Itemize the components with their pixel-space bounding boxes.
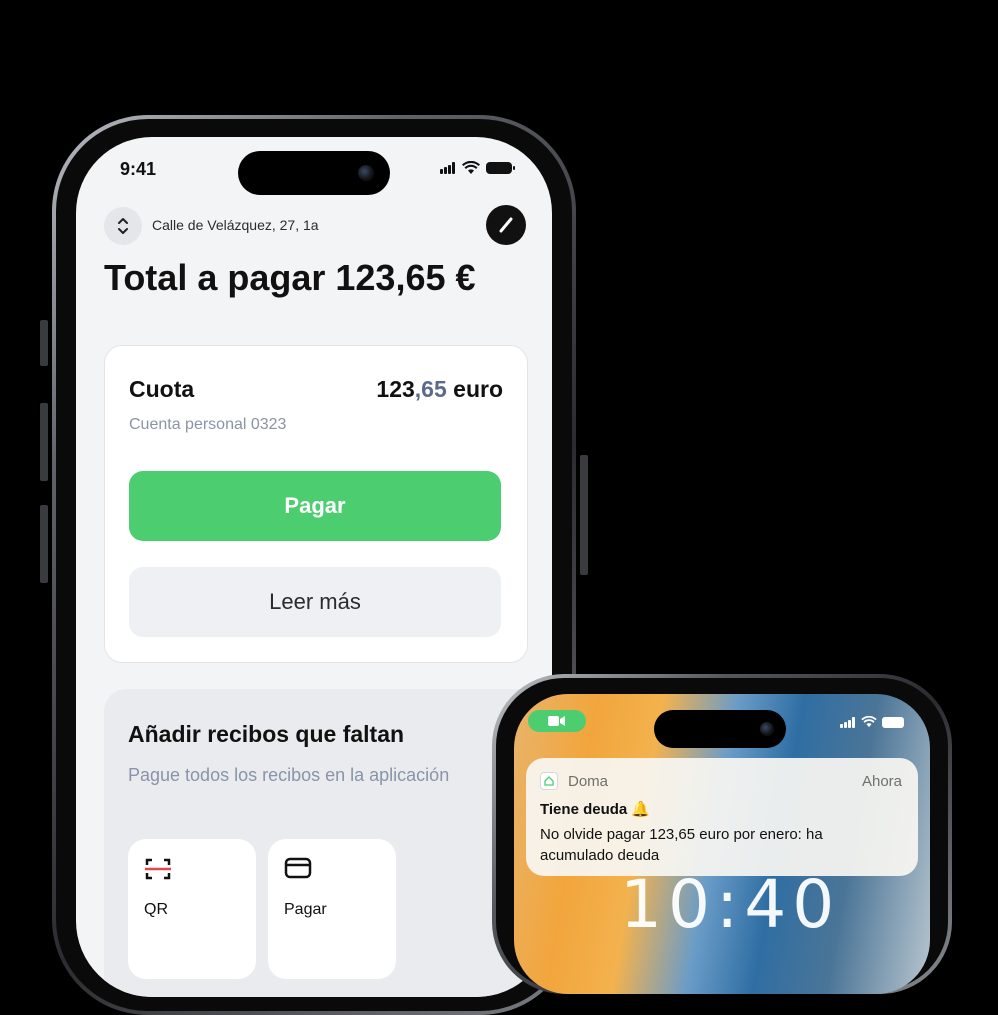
battery-icon [486, 162, 515, 174]
qr-tile[interactable]: QR [128, 839, 256, 979]
address-label[interactable]: Calle de Velázquez, 27, 1a [152, 217, 319, 233]
qr-tile-label: QR [144, 901, 168, 918]
notification-time: Ahora [861, 773, 902, 790]
wifi-icon [861, 716, 877, 728]
phone-screen: 9:41 Calle de Velázquez, 27, 1a Total a … [76, 137, 552, 997]
notification-body: No olvide pagar 123,65 euro por enero: h… [540, 826, 823, 864]
lockscreen-clock: 10:40 [620, 866, 841, 943]
edit-button[interactable] [486, 205, 526, 245]
doma-app-icon [540, 772, 558, 790]
section-subtitle: Pague todos los recibos en la aplicación [128, 765, 450, 785]
chevron-up-down-icon [118, 218, 128, 234]
volume-down-button [40, 505, 48, 583]
fee-label: Cuota [129, 376, 195, 402]
front-camera [358, 165, 374, 181]
fee-amount-unit: euro [446, 376, 503, 402]
house-icon [544, 776, 554, 786]
page-title: Total a pagar 123,65 € [104, 257, 476, 298]
fee-amount-cents: ,65 [414, 376, 447, 402]
status-icons [840, 716, 904, 728]
card-icon [284, 857, 312, 879]
fee-amount: 123,65 euro [376, 376, 503, 403]
battery-icon [882, 716, 904, 728]
phone-lockscreen: 10:40 Doma Ahora Tiene deuda 🔔 No olvide… [492, 674, 952, 994]
mute-switch [40, 320, 48, 366]
pay-tile[interactable]: Pagar [268, 839, 396, 979]
wifi-icon [462, 161, 480, 174]
pencil-icon [499, 217, 513, 233]
signal-icon [440, 162, 456, 174]
fee-amount-whole: 123 [376, 376, 415, 402]
pay-button[interactable]: Pagar [129, 471, 501, 541]
lockscreen: 10:40 Doma Ahora Tiene deuda 🔔 No olvide… [514, 694, 930, 994]
account-label: Cuenta personal 0323 [129, 416, 287, 433]
qr-scan-icon [145, 858, 171, 880]
notification-banner[interactable]: Doma Ahora Tiene deuda 🔔 No olvide pagar… [526, 758, 918, 876]
facetime-pill [528, 710, 586, 732]
video-camera-icon [548, 716, 565, 726]
payment-card: Cuota 123,65 euro Cuenta personal 0323 P… [104, 345, 528, 663]
signal-icon [840, 716, 856, 728]
notification-title: Tiene deuda 🔔 [540, 801, 651, 818]
volume-up-button [40, 403, 48, 481]
pay-tile-label: Pagar [284, 901, 327, 918]
section-title: Añadir recibos que faltan [128, 721, 405, 747]
address-switcher-button[interactable] [104, 207, 142, 245]
front-camera [760, 722, 774, 736]
read-more-button[interactable]: Leer más [129, 567, 501, 637]
missing-receipts-section: Añadir recibos que faltan Pague todos lo… [104, 689, 552, 997]
notification-app-name: Doma [568, 773, 609, 790]
app-header: Calle de Velázquez, 27, 1a [104, 205, 526, 245]
power-button [580, 455, 588, 575]
status-time: 9:41 [120, 159, 157, 179]
status-icons [440, 161, 515, 175]
